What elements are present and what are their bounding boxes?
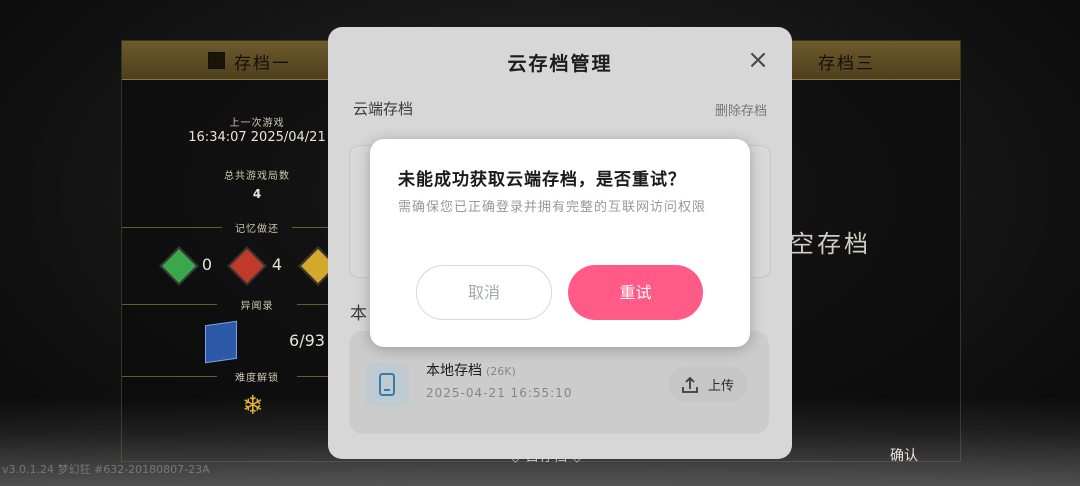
slot1-header[interactable]: 存档一: [122, 41, 352, 80]
error-title: 未能成功获取云端存档，是否重试？: [398, 170, 686, 190]
difficulty-label: 难度解锁: [235, 373, 279, 384]
divider: [122, 376, 217, 377]
error-dialog: 未能成功获取云端存档，是否重试？ 需确保您已正确登录并拥有完整的互联网访问权限 …: [370, 139, 750, 347]
slot1-title: 存档一: [234, 54, 291, 74]
slot3-empty-label: 空存档: [790, 230, 871, 258]
red-gem-count: 4: [271, 255, 283, 274]
retry-button[interactable]: 重试: [568, 265, 703, 320]
records-label: 异闻录: [240, 301, 274, 312]
last-played-value: 16:34:07 2025/04/21: [188, 130, 326, 145]
green-gem-icon: [159, 246, 199, 286]
memory-label: 记忆做还: [235, 224, 279, 235]
divider: [292, 227, 332, 228]
slot1-checkbox[interactable]: [208, 52, 225, 69]
cancel-button[interactable]: 取消: [416, 265, 552, 320]
book-icon: [205, 320, 237, 364]
error-description: 需确保您已正确登录并拥有完整的互联网访问权限: [398, 200, 707, 215]
slot3-title: 存档三: [818, 54, 875, 74]
version-text: v3.0.1.24 梦幻狂 #632-20180807-23A: [2, 463, 210, 476]
last-played-label: 上一次游戏: [229, 118, 285, 129]
total-games-value: 4: [252, 187, 262, 201]
divider: [122, 304, 217, 305]
records-value: 6/93: [289, 331, 325, 350]
red-gem-icon: [227, 246, 267, 286]
total-games-label: 总共游戏局数: [224, 171, 290, 182]
divider: [122, 227, 222, 228]
green-gem-count: 0: [201, 255, 213, 274]
divider: [297, 376, 332, 377]
divider: [297, 304, 332, 305]
confirm-button[interactable]: 确认: [890, 445, 918, 465]
